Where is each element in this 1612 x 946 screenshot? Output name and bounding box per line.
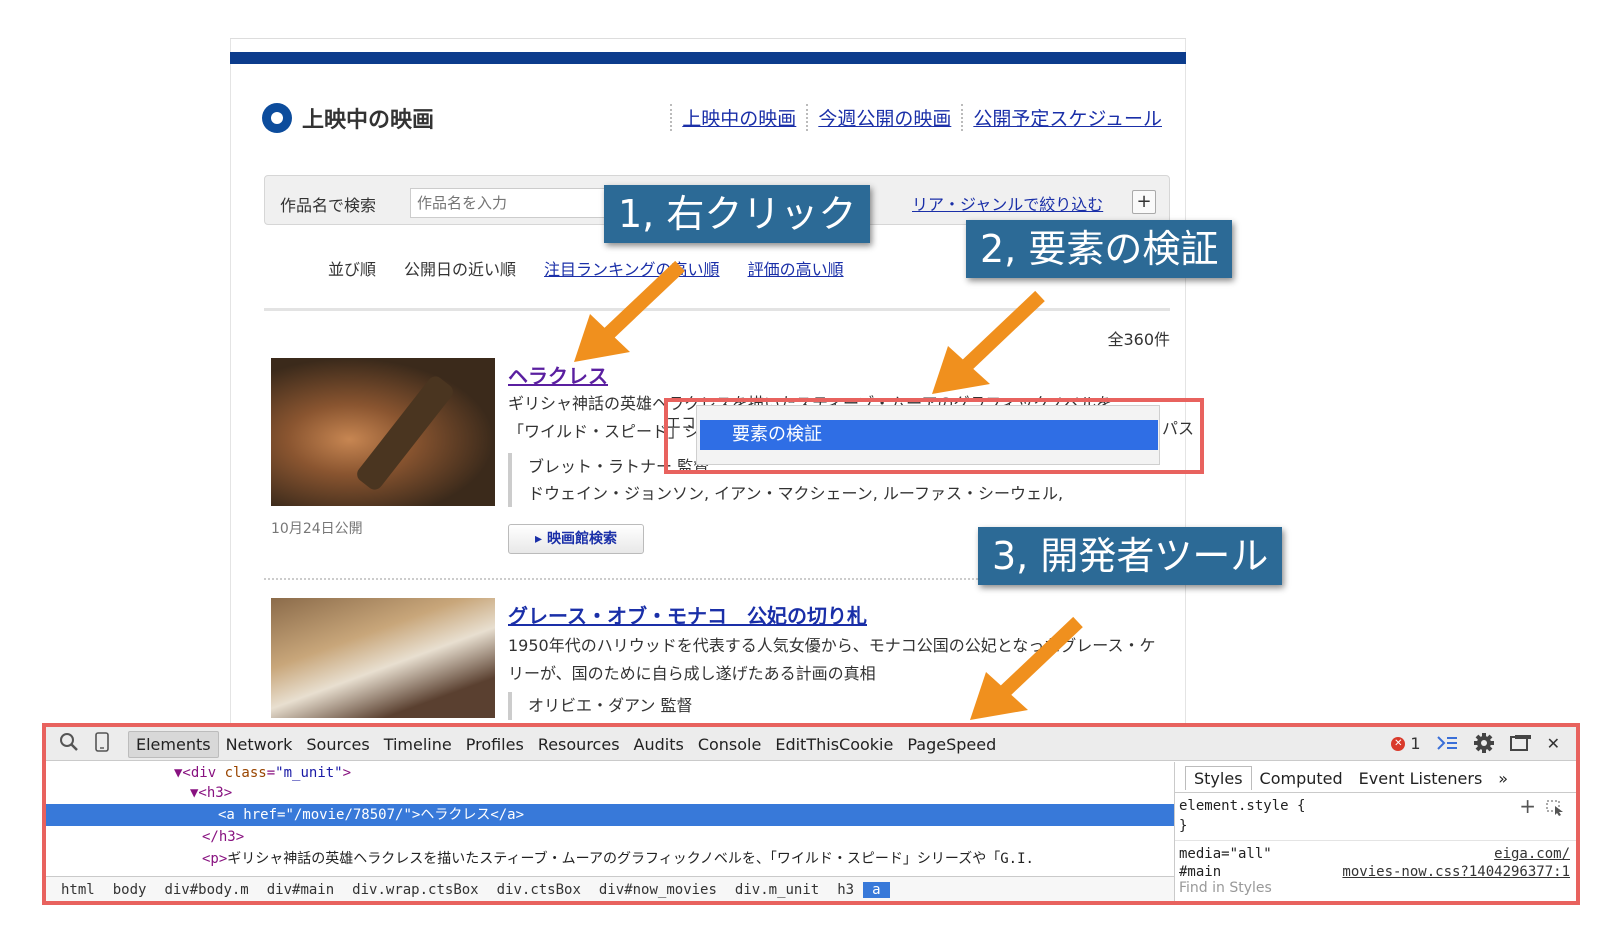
dom-node-p[interactable]: <p>ギリシャ神話の英雄ヘラクレスを描いたスティーブ・ムーアのグラフィックノベル… — [46, 848, 1174, 870]
nav-link-now-showing[interactable]: 上映中の映画 — [670, 104, 806, 131]
expand-filter-button[interactable]: + — [1132, 190, 1156, 214]
tab-computed[interactable]: Computed — [1252, 767, 1351, 790]
release-date: 10月24日公開 — [271, 521, 363, 537]
sort-current: 公開日の近い順 — [404, 260, 517, 279]
result-count: 全360件 — [1107, 330, 1170, 349]
filter-area-genre-link[interactable]: リア・ジャンルで絞り込む — [912, 191, 1103, 215]
console-drawer-icon[interactable] — [1435, 733, 1459, 753]
section-title: 上映中の映画 — [302, 108, 435, 133]
dock-side-icon[interactable] — [1509, 733, 1533, 753]
tab-network[interactable]: Network — [219, 732, 300, 757]
theater-search-button[interactable]: ▸ 映画館検索 — [508, 524, 644, 554]
breadcrumb-item-active[interactable]: a — [863, 881, 890, 898]
arrow-icon — [574, 260, 685, 362]
arrow-icon — [970, 616, 1083, 720]
toggle-state-icon[interactable] — [1546, 800, 1564, 816]
styles-pane: Styles Computed Event Listeners » elemen… — [1174, 762, 1576, 901]
error-count: 1 — [1410, 733, 1421, 753]
devtools-toolbar: Elements Network Sources Timeline Profil… — [46, 727, 1576, 761]
css-selector[interactable]: #main — [1179, 864, 1221, 880]
page-header-bar — [230, 52, 1186, 64]
divider — [1175, 792, 1576, 793]
tab-profiles[interactable]: Profiles — [459, 732, 531, 757]
gear-icon[interactable] — [1473, 732, 1495, 754]
stylesheet-link[interactable]: movies-now.css?1404296377:1 — [1342, 864, 1570, 880]
movie-poster-hercules[interactable] — [271, 358, 495, 506]
page-top-rule — [230, 38, 1186, 39]
tab-console[interactable]: Console — [691, 732, 769, 757]
tab-editthiscookie[interactable]: EditThisCookie — [768, 732, 900, 757]
breadcrumb-item[interactable]: div#body.m — [155, 882, 257, 898]
tab-sources[interactable]: Sources — [299, 732, 376, 757]
element-style-close: } — [1179, 818, 1188, 834]
devtools-panel: Elements Network Sources Timeline Profil… — [42, 723, 1580, 905]
sort-label: 並び順 — [328, 260, 377, 279]
close-icon[interactable]: ✕ — [1547, 734, 1560, 753]
tab-elements[interactable]: Elements — [128, 731, 219, 758]
error-counter[interactable]: ✕ 1 — [1391, 733, 1421, 753]
breadcrumb-item[interactable]: div.wrap.ctsBox — [343, 882, 487, 898]
breadcrumb-item[interactable]: html — [52, 882, 104, 898]
elements-tree: ▼<div class="m_unit"> ▼<h3> <a href="/mo… — [46, 762, 1174, 876]
sort-option-rating[interactable]: 評価の高い順 — [748, 256, 844, 280]
section-bullet-icon — [262, 103, 292, 133]
breadcrumb-item[interactable]: div.ctsBox — [488, 882, 590, 898]
movie-title-link[interactable]: グレース・オブ・モナコ 公妃の切り札 — [508, 600, 867, 629]
breadcrumb-item[interactable]: div#main — [258, 882, 343, 898]
movie-cast: ドウェイン・ジョンソン, イアン・マクシェーン, ルーファス・シーウェル, — [528, 484, 1064, 503]
movie-credits: オリビエ・ダアン 監督 — [508, 692, 692, 720]
highlight-box-context-menu — [664, 398, 1204, 474]
tab-audits[interactable]: Audits — [627, 732, 691, 757]
tab-event-listeners[interactable]: Event Listeners — [1351, 767, 1491, 790]
nav-link-this-week[interactable]: 今週公開の映画 — [806, 104, 961, 131]
top-nav: 上映中の映画 今週公開の映画 公開予定スケジュール — [670, 104, 1172, 131]
callout-right-click: 1, 右クリック — [604, 185, 871, 243]
movie-poster-grace[interactable] — [271, 598, 495, 718]
tab-timeline[interactable]: Timeline — [377, 732, 459, 757]
tab-resources[interactable]: Resources — [531, 732, 627, 757]
breadcrumb-item[interactable]: div.m_unit — [726, 882, 828, 898]
movie-director: オリビエ・ダアン 監督 — [528, 696, 693, 715]
search-label: 作品名で検索 — [280, 196, 377, 215]
stylesheet-link[interactable]: eiga.com/ — [1494, 846, 1570, 862]
breadcrumb-item[interactable]: body — [104, 882, 156, 898]
tab-pagespeed[interactable]: PageSpeed — [900, 732, 1003, 757]
styles-filter-input[interactable]: Find in Styles — [1179, 880, 1272, 896]
dom-node-a-selected[interactable]: <a href="/movie/78507/">ヘラクレス</a> — [46, 804, 1174, 826]
breadcrumb-item[interactable]: div#now_movies — [590, 882, 726, 898]
device-mode-icon[interactable] — [94, 731, 110, 753]
devtools-tabs: Elements Network Sources Timeline Profil… — [128, 731, 1003, 758]
styles-pane-tabs: Styles Computed Event Listeners » — [1185, 766, 1516, 790]
callout-inspect-element: 2, 要素の検証 — [966, 220, 1233, 278]
media-query: media="all" — [1179, 846, 1272, 862]
divider — [1175, 840, 1576, 841]
callout-devtools: 3, 開発者ツール — [978, 527, 1283, 585]
error-icon: ✕ — [1391, 737, 1406, 751]
search-icon[interactable] — [58, 731, 80, 753]
poster-detail — [353, 373, 457, 493]
dom-node-div[interactable]: ▼<div class="m_unit"> — [46, 762, 1174, 784]
more-tabs-chevron-icon[interactable]: » — [1490, 767, 1516, 790]
add-rule-icon[interactable]: + — [1519, 794, 1536, 818]
element-style-rule[interactable]: element.style { — [1179, 798, 1305, 814]
devtools-toolbar-right: ✕ 1 ✕ — [1391, 732, 1560, 754]
tab-styles[interactable]: Styles — [1185, 766, 1252, 790]
breadcrumb-item[interactable]: h3 — [828, 882, 863, 898]
nav-link-schedule[interactable]: 公開予定スケジュール — [961, 104, 1172, 131]
arrow-icon — [932, 290, 1045, 394]
devtools-tool-icons — [58, 731, 110, 753]
dom-node-h3[interactable]: ▼<h3> — [46, 782, 1174, 804]
dom-node-h3-close[interactable]: </h3> — [46, 826, 1174, 848]
dom-breadcrumb: html body div#body.m div#main div.wrap.c… — [46, 876, 1174, 901]
